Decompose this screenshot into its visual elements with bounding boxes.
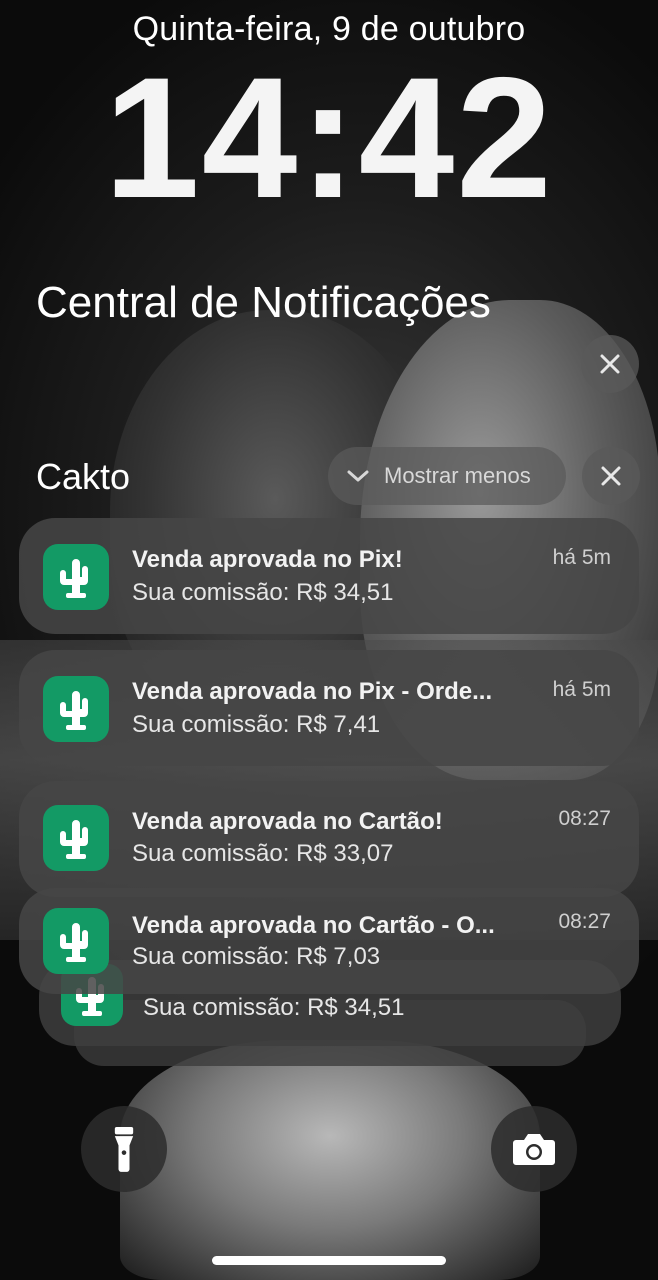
clear-group-button[interactable]	[582, 447, 640, 505]
show-less-button[interactable]: Mostrar menos	[328, 447, 566, 505]
close-icon	[601, 466, 621, 486]
close-icon	[600, 354, 620, 374]
show-less-label: Mostrar menos	[384, 463, 531, 488]
notification-card[interactable]: Venda aprovada no Cartão - O... Sua comi…	[19, 888, 639, 994]
notification-body: Sua comissão: R$ 7,41	[132, 711, 381, 738]
cactus-icon	[60, 691, 88, 730]
camera-button[interactable]	[491, 1106, 577, 1192]
camera-icon	[513, 1134, 555, 1165]
notification-title: Venda aprovada no Pix - Orde...	[132, 678, 493, 705]
app-icon	[43, 908, 109, 974]
flashlight-button[interactable]	[81, 1106, 167, 1192]
clear-all-button[interactable]	[581, 335, 639, 393]
notification-card[interactable]: Venda aprovada no Cartão! Sua comissão: …	[19, 781, 639, 897]
app-icon	[43, 544, 109, 610]
home-indicator[interactable]	[212, 1256, 446, 1265]
notification-body: Sua comissão: R$ 7,03	[132, 943, 381, 970]
notification-center-title: Central de Notificações	[36, 278, 491, 327]
group-app-name: Cakto	[36, 456, 131, 497]
notification-time: 08:27	[558, 910, 611, 933]
notification-title: Venda aprovada no Cartão - O...	[132, 912, 495, 939]
cactus-icon	[60, 559, 88, 598]
cactus-icon	[60, 820, 88, 859]
notification-time: 08:27	[558, 807, 611, 830]
notification-card[interactable]: Venda aprovada no Pix - Orde... Sua comi…	[19, 650, 639, 766]
notification-body: Sua comissão: R$ 34,51	[132, 579, 394, 606]
lock-screen-clock: 14:42	[104, 42, 554, 234]
wallpaper-hands	[120, 1040, 540, 1280]
notification-card[interactable]: Venda aprovada no Pix! Sua comissão: R$ …	[19, 518, 639, 634]
chevron-down-icon	[347, 470, 369, 482]
flashlight-icon	[114, 1127, 134, 1172]
notification-time: há 5m	[552, 678, 611, 701]
notification-title: Venda aprovada no Pix!	[132, 546, 403, 573]
notification-body: Sua comissão: R$ 33,07	[132, 840, 394, 867]
notification-title: Venda aprovada no Cartão!	[132, 808, 443, 835]
app-icon	[43, 676, 109, 742]
cactus-icon	[60, 923, 88, 962]
app-icon	[43, 805, 109, 871]
notification-time: há 5m	[552, 546, 611, 569]
notification-body: Sua comissão: R$ 34,51	[143, 994, 405, 1021]
